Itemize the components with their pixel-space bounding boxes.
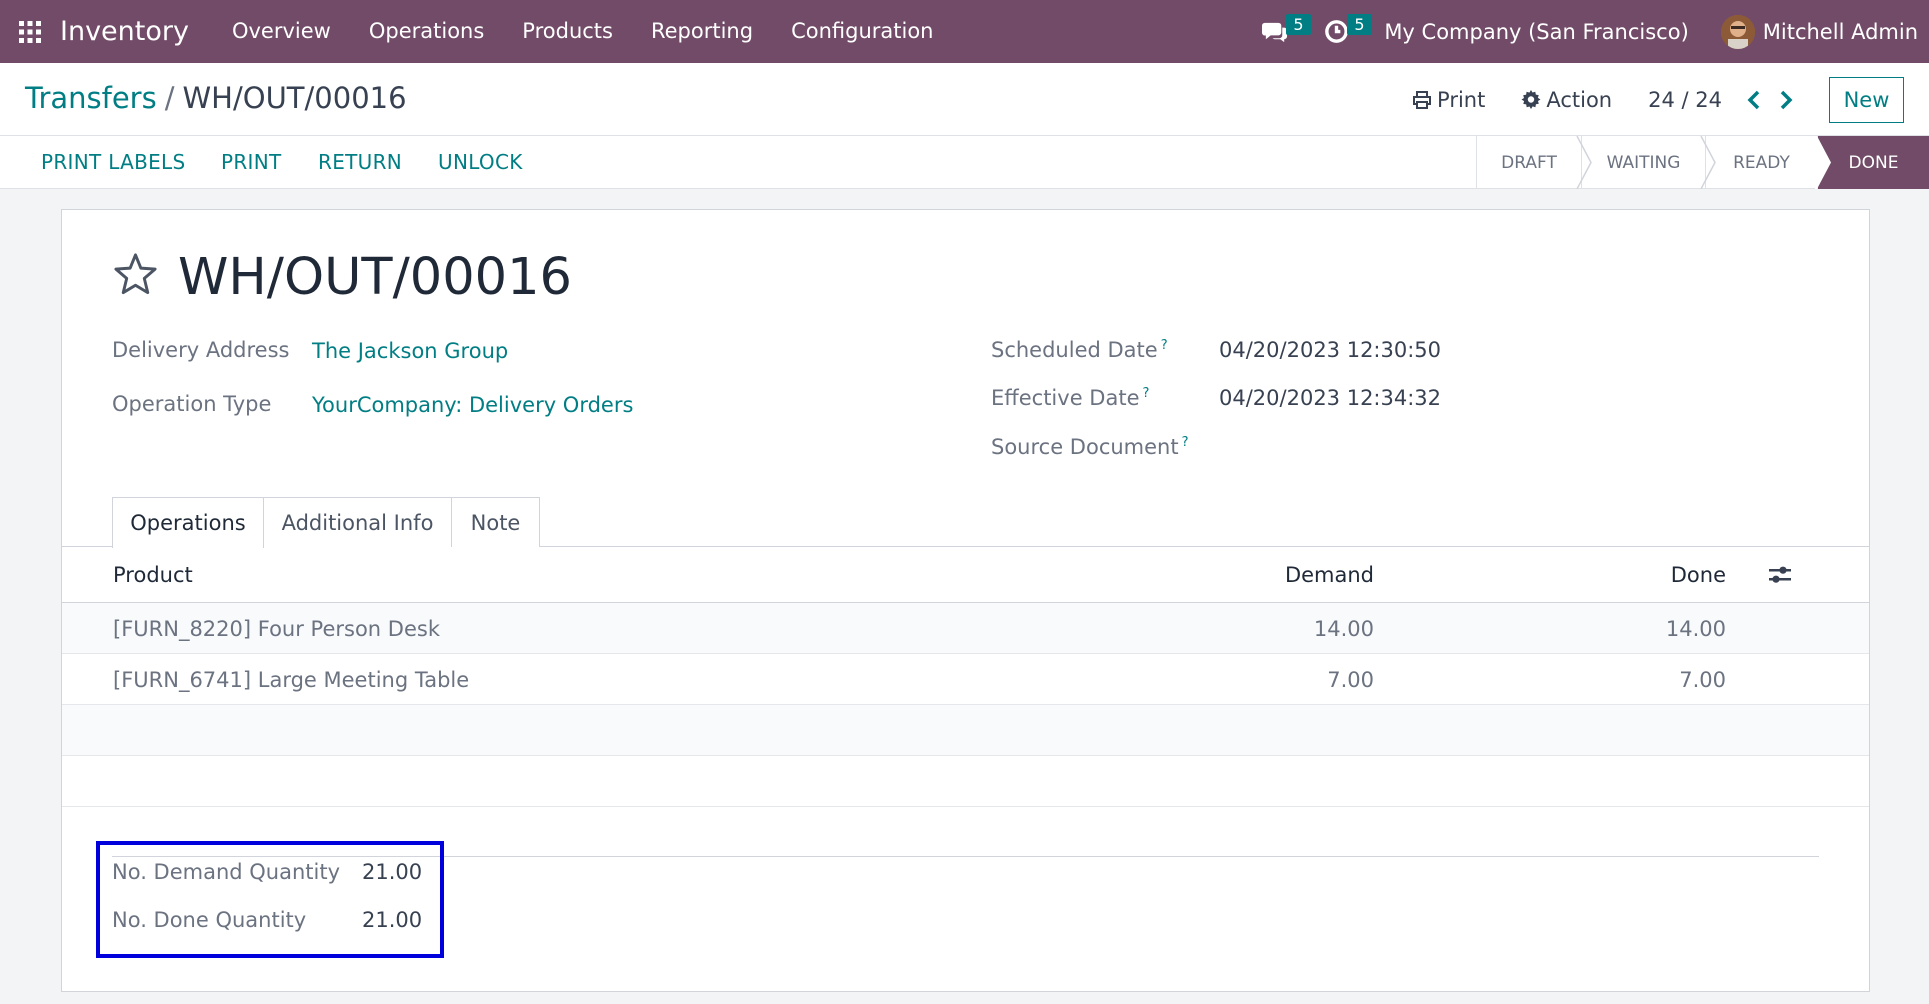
stage-divider [1700, 136, 1716, 189]
menu-operations[interactable]: Operations [350, 0, 503, 63]
pager-next-button[interactable] [1770, 84, 1802, 116]
print-menu-button[interactable]: Print [1412, 88, 1485, 112]
messages-badge: 5 [1286, 14, 1311, 35]
form-sheet: WH/OUT/00016 Delivery Address The Jackso… [61, 209, 1870, 992]
unlock-button[interactable]: UNLOCK [438, 136, 523, 189]
new-button[interactable]: New [1829, 77, 1904, 123]
record-title: WH/OUT/00016 [178, 248, 573, 307]
app-menu-icon[interactable] [0, 0, 60, 63]
menu-configuration[interactable]: Configuration [772, 0, 952, 63]
operations-table: Product Demand Done [FURN_8220] Four Per… [62, 547, 1869, 807]
chevron-right-icon [1780, 90, 1793, 110]
print-label: Print [1437, 88, 1486, 112]
source-document-label: Source Document? [991, 435, 1189, 459]
avatar[interactable] [1720, 14, 1755, 49]
status-bar: PRINT LABELS PRINT RETURN UNLOCK DRAFT W… [0, 136, 1929, 189]
row-done: 7.00 [1679, 668, 1726, 692]
help-tooltip[interactable]: ? [1182, 435, 1189, 450]
chevron-left-icon [1747, 90, 1760, 110]
breadcrumb-separator: / [164, 81, 175, 115]
empty-row [62, 705, 1869, 756]
operation-type-link[interactable]: YourCompany: Delivery Orders [312, 393, 633, 417]
activities-badge: 5 [1347, 14, 1372, 35]
user-menu[interactable]: Mitchell Admin [1763, 20, 1918, 44]
help-tooltip[interactable]: ? [1161, 338, 1168, 353]
delivery-address-link[interactable]: The Jackson Group [312, 339, 508, 363]
scheduled-date-label: Scheduled Date? [991, 338, 1168, 362]
effective-date-value: 04/20/2023 12:34:32 [1219, 386, 1442, 410]
tab-note[interactable]: Note [451, 497, 540, 547]
stage-draft: DRAFT [1476, 136, 1581, 189]
top-navbar: Inventory Overview Operations Products R… [0, 0, 1929, 63]
tab-additional-info[interactable]: Additional Info [263, 497, 452, 547]
effective-date-label: Effective Date? [991, 386, 1149, 410]
company-switcher[interactable]: My Company (San Francisco) [1384, 20, 1688, 44]
row-product: [FURN_6741] Large Meeting Table [113, 668, 470, 692]
row-demand: 7.00 [1327, 668, 1374, 692]
stage-divider [1815, 136, 1831, 189]
menu-products[interactable]: Products [503, 0, 632, 63]
tab-operations[interactable]: Operations [112, 497, 264, 548]
highlight-box [96, 841, 444, 958]
action-label: Action [1546, 88, 1613, 112]
print-button[interactable]: PRINT [221, 136, 282, 189]
empty-row [62, 756, 1869, 807]
stage-waiting: WAITING [1581, 136, 1705, 189]
clock-icon [1325, 20, 1349, 43]
scheduled-date-value: 04/20/2023 12:30:50 [1219, 338, 1442, 362]
activities-button[interactable]: 5 [1323, 0, 1372, 63]
table-header: Product Demand Done [62, 547, 1869, 603]
pager-value[interactable]: 24 / 24 [1648, 88, 1722, 112]
stage-divider [1576, 136, 1592, 189]
menu-overview[interactable]: Overview [213, 0, 350, 63]
column-done[interactable]: Done [1671, 563, 1726, 587]
table-row[interactable]: [FURN_6741] Large Meeting Table 7.00 7.0… [62, 654, 1869, 705]
column-product[interactable]: Product [113, 563, 193, 587]
optional-columns-icon[interactable] [1769, 565, 1791, 585]
pager-previous-button[interactable] [1738, 84, 1770, 116]
return-button[interactable]: RETURN [318, 136, 402, 189]
column-demand[interactable]: Demand [1285, 563, 1374, 587]
notebook-tabs: Operations Additional Info Note [112, 497, 540, 548]
app-brand[interactable]: Inventory [60, 16, 189, 47]
row-product: [FURN_8220] Four Person Desk [113, 617, 440, 641]
help-tooltip[interactable]: ? [1143, 386, 1150, 401]
delivery-address-label: Delivery Address [112, 338, 290, 362]
gear-icon [1521, 90, 1541, 109]
operation-type-label: Operation Type [112, 392, 272, 416]
star-icon[interactable] [112, 251, 159, 298]
breadcrumb-transfers[interactable]: Transfers [25, 81, 157, 115]
row-demand: 14.00 [1313, 617, 1374, 641]
messages-button[interactable]: 5 [1262, 0, 1311, 63]
control-panel: Transfers / WH/OUT/00016 Print Action 24 /… [0, 63, 1929, 136]
chat-icon [1262, 22, 1288, 43]
breadcrumb-current: WH/OUT/00016 [182, 81, 407, 115]
table-row[interactable]: [FURN_8220] Four Person Desk 14.00 14.00 [62, 603, 1869, 654]
stage-ready: READY [1705, 136, 1817, 189]
breadcrumb: Transfers / WH/OUT/00016 [25, 81, 407, 115]
menu-reporting[interactable]: Reporting [632, 0, 772, 63]
print-labels-button[interactable]: PRINT LABELS [41, 136, 185, 189]
effective-date-label-text: Effective Date [991, 386, 1140, 410]
row-done: 14.00 [1665, 617, 1726, 641]
source-document-label-text: Source Document [991, 435, 1179, 459]
action-menu-button[interactable]: Action [1521, 88, 1612, 112]
printer-icon [1413, 91, 1432, 109]
scheduled-date-label-text: Scheduled Date [991, 338, 1158, 362]
